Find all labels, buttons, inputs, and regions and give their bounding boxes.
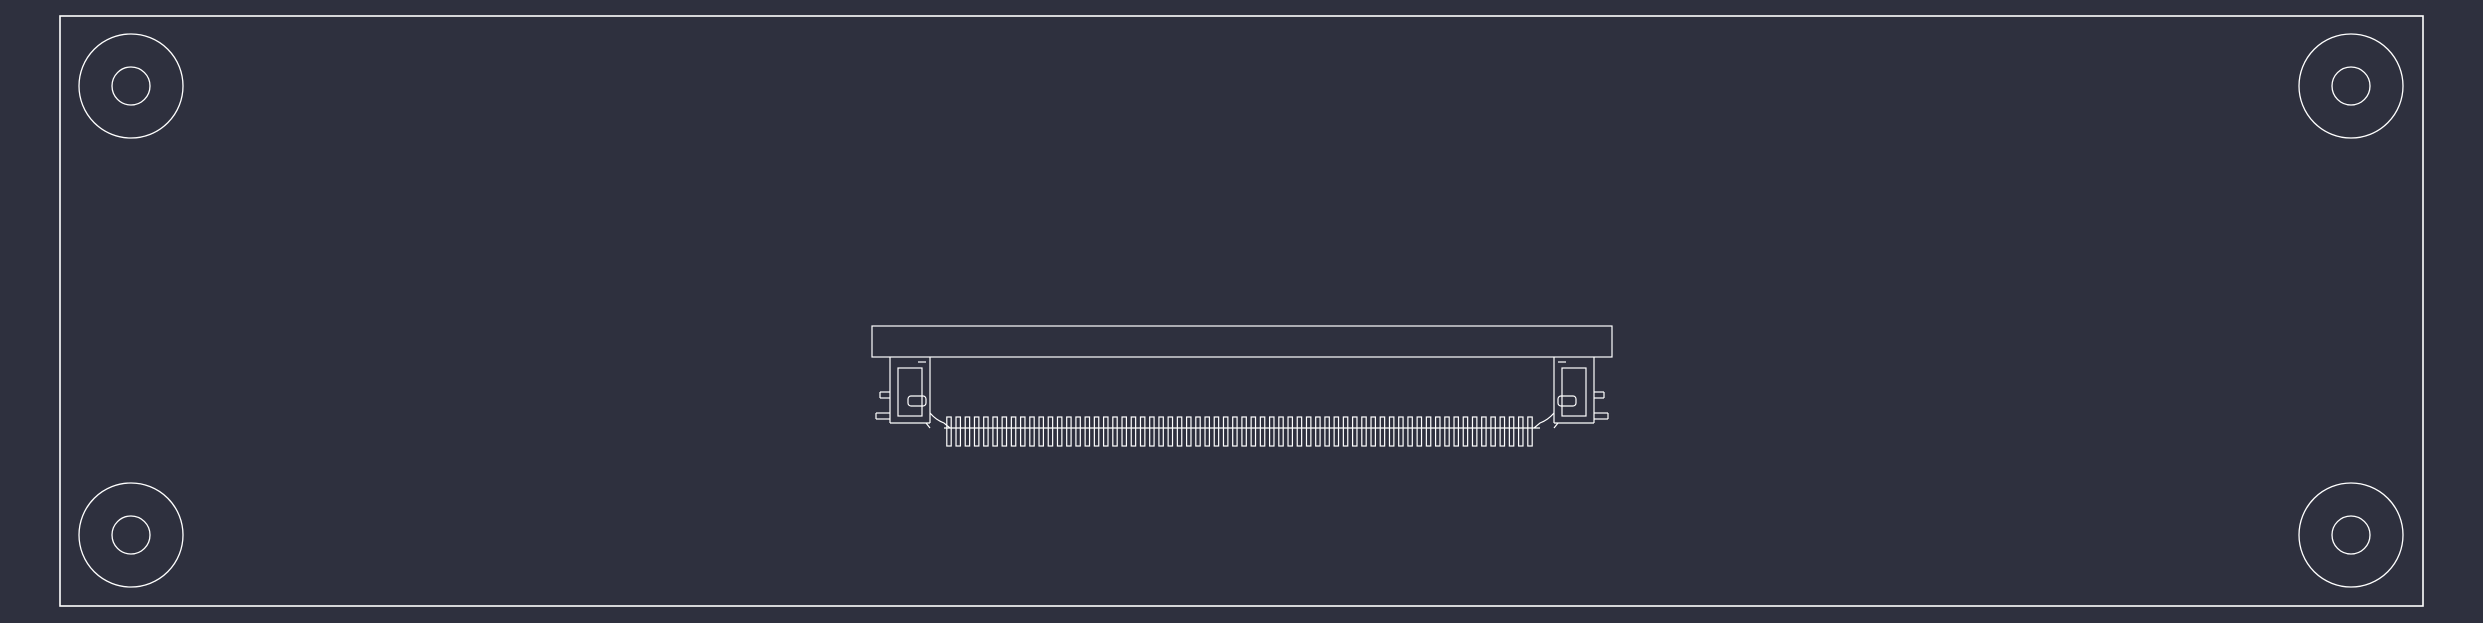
canvas-background (0, 0, 2483, 623)
cad-canvas (0, 0, 2483, 623)
